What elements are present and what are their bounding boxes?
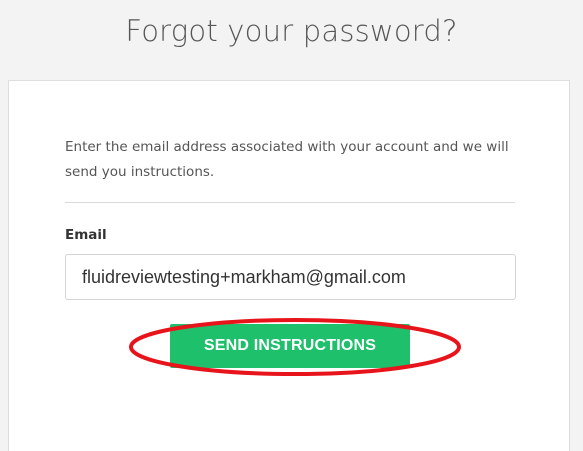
email-label: Email — [65, 227, 107, 243]
send-instructions-button[interactable]: SEND INSTRUCTIONS — [170, 324, 410, 368]
page-title: Forgot your password? — [125, 14, 458, 48]
forgot-password-card: Enter the email address associated with … — [8, 80, 570, 451]
email-input[interactable] — [65, 254, 516, 300]
instructions-text: Enter the email address associated with … — [65, 139, 509, 180]
page: Forgot your password? Enter the email ad… — [0, 0, 583, 451]
divider — [65, 202, 515, 203]
